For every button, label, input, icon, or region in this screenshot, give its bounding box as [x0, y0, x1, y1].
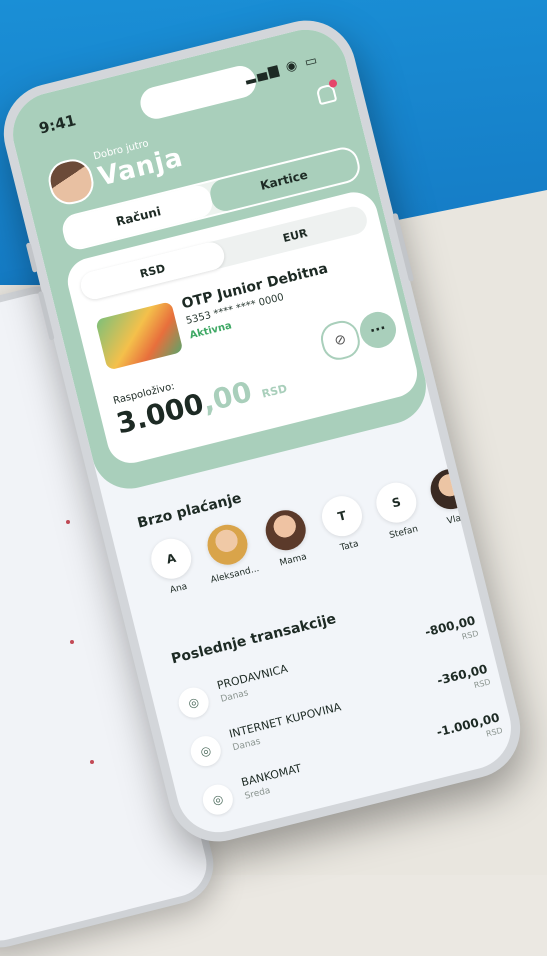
coins-icon: ◎: [199, 781, 237, 818]
available-amount: 3.000,00 RSD: [113, 366, 289, 440]
contact-name: Stefan: [388, 524, 420, 542]
card-image[interactable]: [95, 301, 184, 371]
contact-name: Tata: [339, 539, 360, 554]
eye-off-icon: ⊘: [332, 331, 349, 350]
amount-decimal: ,00: [199, 374, 256, 419]
contact-initial: T: [317, 491, 367, 541]
contact-initial: A: [146, 534, 196, 584]
transaction-currency: RSD: [460, 628, 480, 642]
contact-photo: [261, 505, 310, 555]
transaction-currency: RSD: [473, 677, 492, 691]
coins-icon: ◎: [187, 732, 224, 770]
contact-name: Mama: [278, 552, 308, 569]
hide-balance-button[interactable]: ⊘: [317, 317, 364, 364]
transaction-name: PRODAVNICA: [215, 662, 290, 693]
more-options-button[interactable]: ···: [356, 308, 400, 352]
fleck: [70, 640, 74, 644]
more-icon: ···: [368, 320, 388, 340]
wifi-icon: ◉: [284, 57, 301, 76]
transaction-name: BANKOMAT: [239, 761, 303, 790]
coins-icon: ◎: [175, 684, 212, 721]
contact-name: Aleksand...: [209, 563, 261, 586]
contact-name: Ana: [169, 581, 189, 596]
transaction-currency: RSD: [485, 725, 504, 739]
transaction-date: Sreda: [243, 785, 272, 802]
fleck: [66, 520, 70, 524]
amount-currency: RSD: [260, 381, 289, 401]
fleck: [90, 760, 94, 764]
contact-photo: [203, 520, 252, 569]
contact-initial: S: [372, 478, 421, 527]
